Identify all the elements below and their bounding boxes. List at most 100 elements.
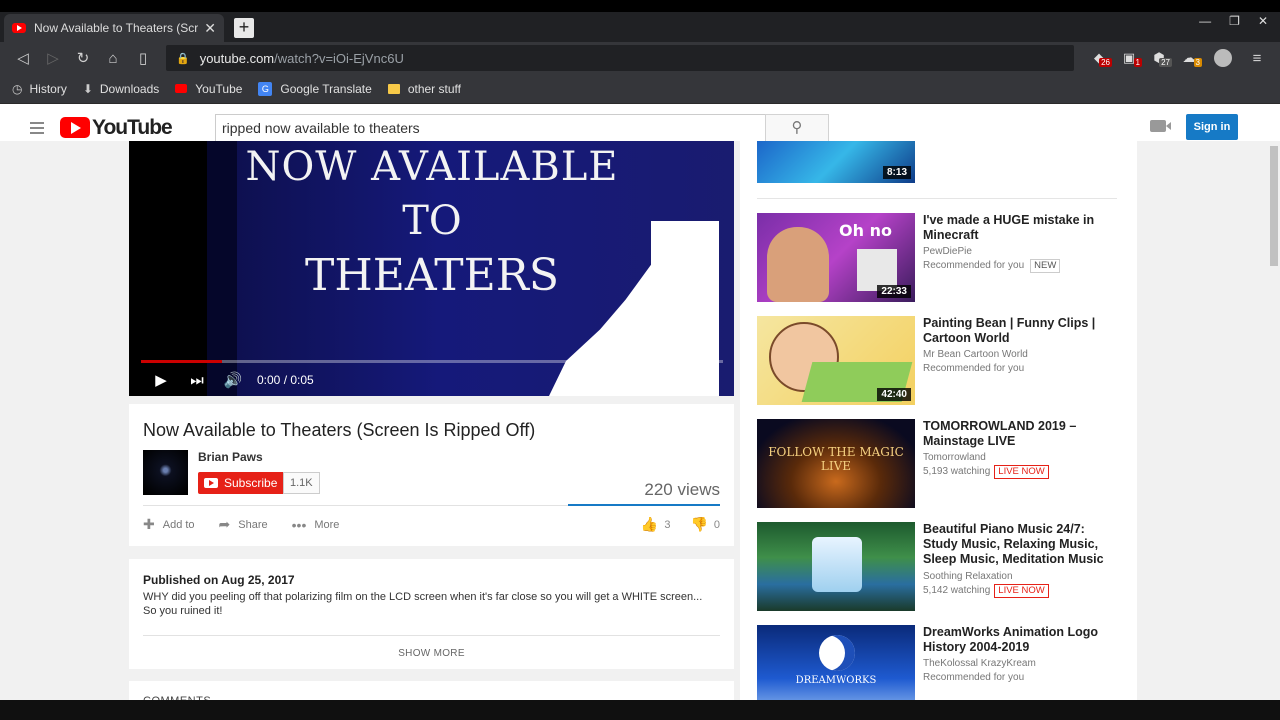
browser-tab[interactable]: Now Available to Theaters (Screen ✕ <box>4 14 224 42</box>
plus-icon: ✚ <box>143 516 155 532</box>
reload-icon[interactable]: ↻ <box>68 49 98 67</box>
share-button[interactable]: ➦ Share <box>219 516 268 533</box>
bookmark-icon[interactable]: ▯ <box>128 49 158 67</box>
progress-bar[interactable] <box>141 360 723 363</box>
video-thumbnail[interactable]: Oh no 22:33 <box>757 213 915 302</box>
live-now-badge: LIVE NOW <box>994 584 1049 598</box>
video-player[interactable]: NOW AVAILABLE TO THEATERS ▶ ⏭ 🔊 0:00 / 0… <box>129 141 734 396</box>
page-scrollbar[interactable] <box>1268 141 1280 708</box>
related-video-title[interactable]: DreamWorks Animation Logo History 2004-2… <box>923 625 1123 655</box>
os-taskbar <box>0 700 1280 720</box>
show-more-button[interactable]: SHOW MORE <box>129 648 734 659</box>
bookmarks-bar: ◷ History ⬇ Downloads YouTube G Google Tran… <box>0 74 1280 104</box>
guide-menu-icon[interactable] <box>30 119 44 137</box>
youtube-icon <box>204 478 218 488</box>
theater-mode-icon[interactable]: ▭ <box>652 371 688 389</box>
browser-toolbar: ◁ ▷ ↻ ⌂ ▯ 🔒 youtube.com/watch?v=iOi-EjVn… <box>0 42 1280 74</box>
live-now-badge: LIVE NOW <box>994 465 1049 479</box>
related-video-channel: Tomorrowland <box>923 452 986 463</box>
upload-video-icon[interactable] <box>1150 120 1171 132</box>
ublock-icon[interactable]: ⬢27 <box>1144 50 1174 67</box>
lock-icon[interactable]: 🔒 <box>176 52 190 65</box>
tab-strip: Now Available to Theaters (Screen ✕ + — … <box>0 12 1280 42</box>
new-tab-button[interactable]: + <box>234 18 254 38</box>
video-actions: ✚ Add to ➦ Share ••• More <box>143 516 363 533</box>
subscribe-button[interactable]: Subscribe <box>198 472 286 494</box>
channel-name[interactable]: Brian Paws <box>198 450 263 464</box>
share-icon: ➦ <box>218 516 231 532</box>
more-button[interactable]: ••• More <box>292 517 340 533</box>
back-icon[interactable]: ◁ <box>8 49 38 67</box>
related-video-title[interactable]: Painting Bean | Funny Clips | Cartoon Wo… <box>923 316 1123 346</box>
related-video-item[interactable]: Beautiful Piano Music 24/7: Study Music,… <box>757 522 1127 612</box>
bookmark-google-translate[interactable]: G Google Translate <box>258 81 372 96</box>
related-video-title[interactable]: I've made a HUGE mistake in Minecraft <box>923 213 1123 243</box>
menu-icon[interactable]: ≡ <box>1242 50 1272 67</box>
thumbs-down-icon[interactable]: 👎 <box>690 516 707 533</box>
bookmark-other-stuff[interactable]: other stuff <box>387 82 461 96</box>
duration-badge: 42:40 <box>877 388 911 401</box>
search-input[interactable]: ripped now available to theaters <box>215 114 766 142</box>
address-bar[interactable]: 🔒 youtube.com/watch?v=iOi-EjVnc6U <box>166 45 1074 71</box>
home-icon[interactable]: ⌂ <box>98 50 128 67</box>
video-thumbnail[interactable] <box>757 522 915 611</box>
video-thumbnail[interactable]: DREAMWORKS <box>757 625 915 708</box>
cloud-icon[interactable]: ☁ 3 <box>1174 50 1204 67</box>
url-host: youtube.com <box>199 50 275 66</box>
folder-icon <box>387 83 400 94</box>
related-video-item[interactable]: FOLLOW THE MAGIC LIVE TOMORROWLAND 2019 … <box>757 419 1127 509</box>
bookmark-downloads[interactable]: ⬇ Downloads <box>83 82 159 96</box>
related-thumbnail-top[interactable]: 8:13 <box>757 141 915 183</box>
video-thumbnail[interactable]: FOLLOW THE MAGIC LIVE <box>757 419 915 508</box>
related-video-item[interactable]: Oh no 22:33 I've made a HUGE mistake in … <box>757 213 1127 303</box>
video-thumbnail[interactable]: 42:40 <box>757 316 915 405</box>
minimize-icon[interactable]: — <box>1199 14 1211 28</box>
translate-icon: G <box>258 81 273 96</box>
subscriber-count: 1.1K <box>283 472 320 494</box>
next-icon[interactable]: ⏭ <box>179 372 215 389</box>
related-video-channel: Soothing Relaxation <box>923 571 1013 582</box>
bookmark-youtube[interactable]: YouTube <box>175 82 242 96</box>
close-tab-icon[interactable]: ✕ <box>204 20 216 37</box>
fullscreen-icon[interactable]: ⛶ <box>688 371 724 389</box>
bookmark-history[interactable]: ◷ History <box>12 82 67 96</box>
duration-badge: 8:13 <box>882 166 911 179</box>
url-path: /watch?v=iOi-EjVnc6U <box>274 50 404 66</box>
description-card: Published on Aug 25, 2017 WHY did you pe… <box>129 559 734 669</box>
settings-gear-icon[interactable]: ⚙ <box>616 371 652 389</box>
tab-title: Now Available to Theaters (Screen <box>34 21 199 35</box>
restore-icon[interactable]: ❐ <box>1229 14 1240 28</box>
scrollbar-thumb[interactable] <box>1270 146 1278 266</box>
player-controls: ▶ ⏭ 🔊 0:00 / 0:05 ⚙ ▭ ⛶ <box>129 365 734 395</box>
related-video-channel: Mr Bean Cartoon World <box>923 349 1028 360</box>
profile-avatar[interactable] <box>1214 49 1232 67</box>
description-text: WHY did you peeling off that polarizing … <box>143 591 703 617</box>
add-to-button[interactable]: ✚ Add to <box>143 516 195 533</box>
video-frame-text: NOW AVAILABLE TO THEATERS <box>245 144 619 301</box>
volume-icon[interactable]: 🔊 <box>215 371 251 389</box>
youtube-logo[interactable]: YouTube <box>60 116 173 140</box>
video-title: Now Available to Theaters (Screen Is Rip… <box>143 420 536 440</box>
close-window-icon[interactable]: ✕ <box>1258 14 1268 28</box>
search-button[interactable]: ⚲ <box>765 114 829 142</box>
related-video-item[interactable]: 42:40 Painting Bean | Funny Clips | Cart… <box>757 316 1127 406</box>
youtube-icon <box>175 84 188 93</box>
thumbs-up-icon[interactable]: 👍 <box>641 516 658 533</box>
related-video-title[interactable]: TOMORROWLAND 2019 – Mainstage LIVE <box>923 419 1123 449</box>
play-icon[interactable]: ▶ <box>143 371 179 389</box>
dislike-count: 0 <box>713 518 720 531</box>
duration-badge: 22:33 <box>877 285 911 298</box>
related-video-item[interactable]: DREAMWORKS DreamWorks Animation Logo His… <box>757 625 1127 708</box>
like-ratio-bar <box>568 504 720 506</box>
youtube-favicon-icon <box>12 23 26 33</box>
related-video-channel: PewDiePie <box>923 246 972 257</box>
video-info-card: Now Available to Theaters (Screen Is Rip… <box>129 404 734 546</box>
related-video-title[interactable]: Beautiful Piano Music 24/7: Study Music,… <box>923 522 1123 567</box>
new-badge: NEW <box>1030 259 1061 273</box>
channel-avatar[interactable] <box>143 450 188 495</box>
brave-shield-icon[interactable]: ◆26 <box>1084 50 1114 67</box>
forward-icon[interactable]: ▷ <box>38 49 68 67</box>
sign-in-button[interactable]: Sign in <box>1186 114 1238 140</box>
like-count: 3 <box>664 518 671 531</box>
extension-icon[interactable]: ▣ 1 <box>1114 50 1144 67</box>
